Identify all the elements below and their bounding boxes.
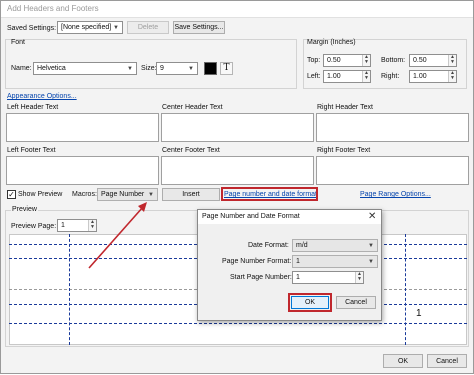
- date-format-select[interactable]: m/d ▼: [292, 239, 378, 252]
- start-page-number-field[interactable]: 1 ▲ ▼: [292, 271, 364, 284]
- dialog-title-bar: Page Number and Date Format ✕: [198, 210, 381, 224]
- chevron-down-icon: ▼: [368, 258, 374, 265]
- dialog-title: Page Number and Date Format: [202, 213, 300, 220]
- page-number-format-select[interactable]: 1 ▼: [292, 255, 378, 268]
- page-number-format-value: 1: [296, 258, 300, 265]
- close-icon[interactable]: ✕: [368, 211, 376, 222]
- ok-highlight-box: [288, 293, 332, 312]
- page-number-date-format-dialog: Page Number and Date Format ✕ Date Forma…: [197, 209, 382, 321]
- date-format-label: Date Format:: [248, 242, 289, 249]
- add-headers-footers-window: Add Headers and Footers Saved Settings: …: [0, 0, 474, 374]
- chevron-down-icon: ▼: [368, 242, 374, 249]
- start-page-number-value: 1: [296, 274, 300, 281]
- start-page-number-label: Start Page Number:: [230, 274, 292, 281]
- page-number-format-label: Page Number Format:: [222, 258, 292, 265]
- spinner-icon[interactable]: ▲ ▼: [355, 272, 363, 283]
- date-format-value: m/d: [296, 242, 308, 249]
- dialog-cancel-button[interactable]: Cancel: [336, 296, 376, 309]
